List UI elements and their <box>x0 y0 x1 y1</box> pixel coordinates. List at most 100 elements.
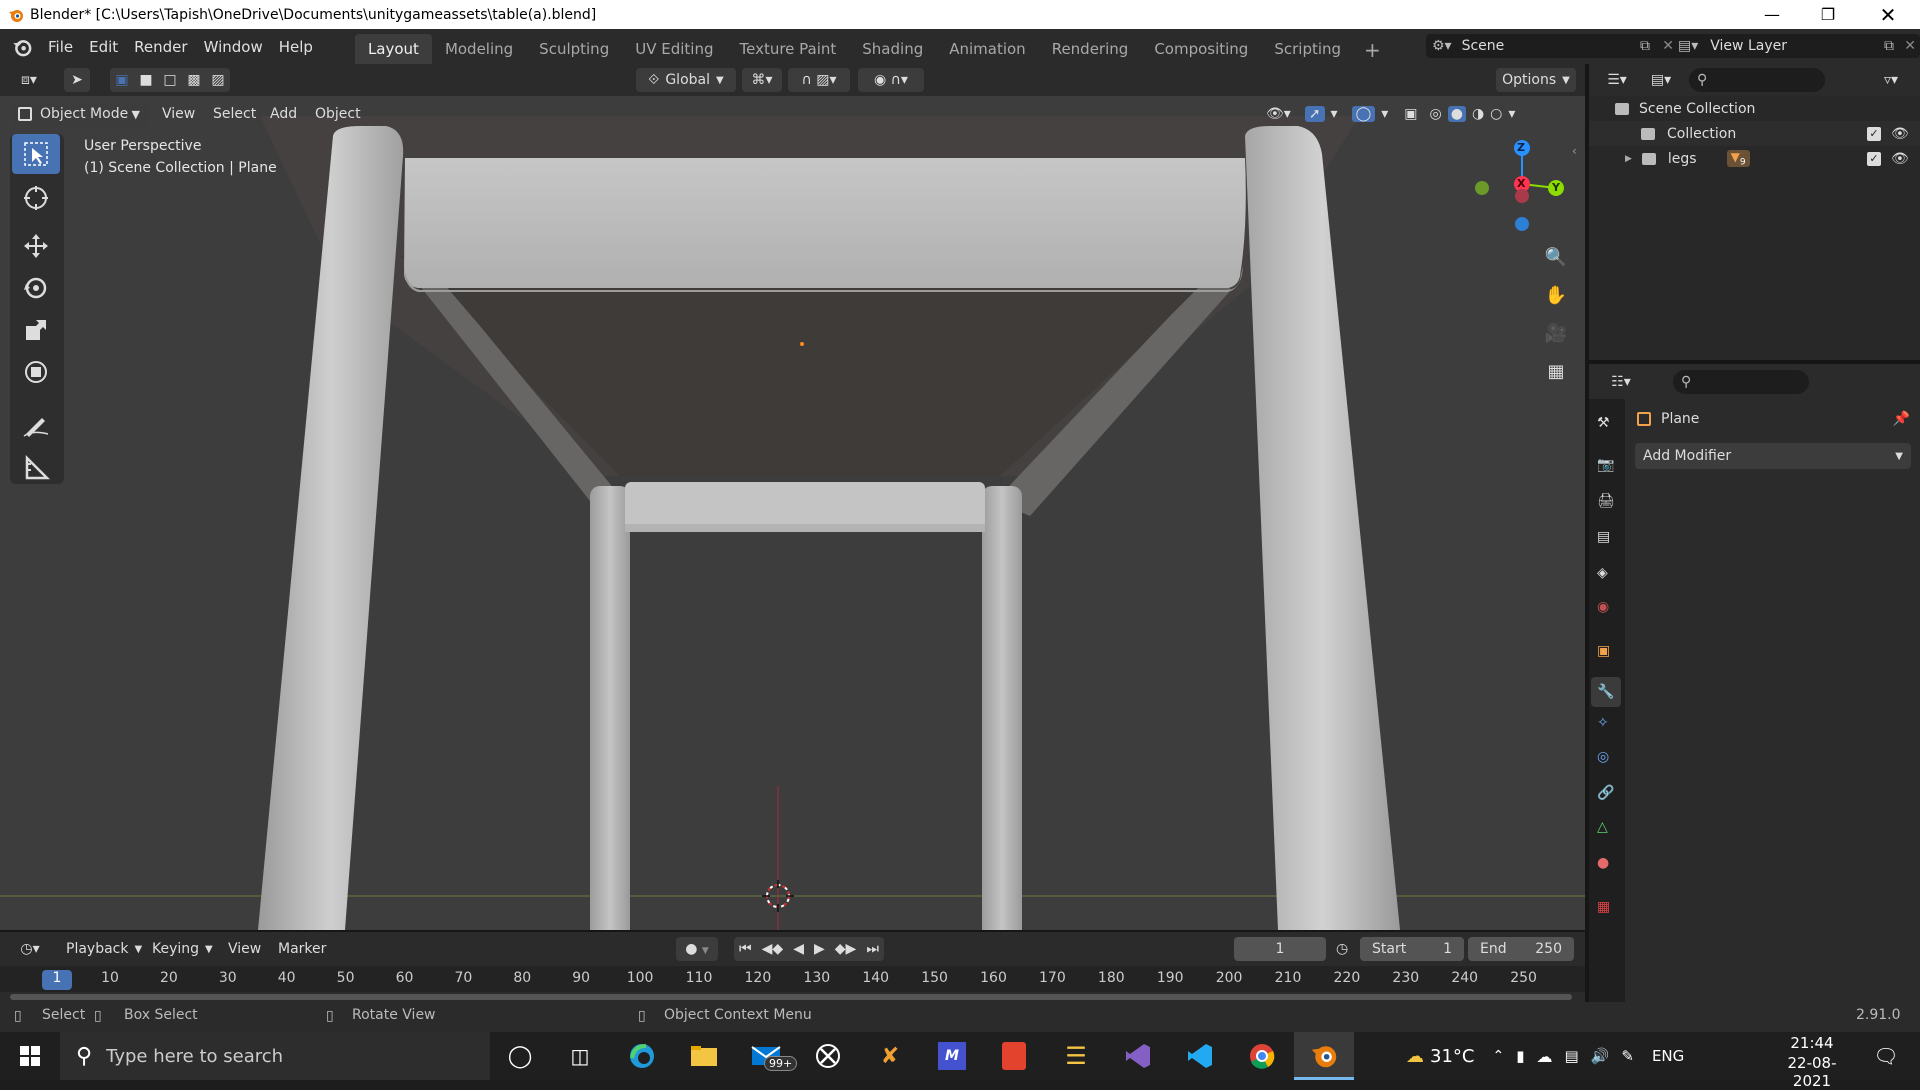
remove-view-layer-icon[interactable]: ✕ <box>1904 38 1916 54</box>
teams-app-icon[interactable]: M <box>922 1032 982 1080</box>
start-frame-field[interactable]: Start 1 <box>1360 937 1464 961</box>
timeline-scrollbar[interactable] <box>10 994 1572 1000</box>
view-layer-selector[interactable]: ▤▾ View Layer ⧉ ✕ <box>1672 34 1920 58</box>
editor-type-button[interactable]: ⧈▾ <box>8 68 50 92</box>
area-separator[interactable] <box>1585 64 1589 1002</box>
gizmo-toggle-icon[interactable]: ➚ <box>1304 106 1325 122</box>
menu-window[interactable]: Window <box>196 38 271 56</box>
notifications-icon[interactable]: 🗨 <box>1856 1032 1916 1080</box>
material-shading-icon[interactable]: ◑ <box>1472 106 1484 122</box>
timeline-editor-type-button[interactable]: ◷▾ <box>8 937 52 961</box>
camera-view-icon[interactable]: 🎥 <box>1541 318 1571 348</box>
display-mode-button[interactable]: ▤▾ <box>1641 68 1681 92</box>
play-reverse-icon[interactable]: ◀ <box>793 941 804 957</box>
area-separator[interactable] <box>0 930 1585 932</box>
close-button[interactable]: ✕ <box>1860 0 1916 29</box>
scale-tool[interactable] <box>12 310 60 350</box>
proportional-editing-select[interactable]: ◉ ∩▾ <box>858 68 924 92</box>
new-scene-icon[interactable]: ⧉ <box>1640 38 1650 54</box>
xray-toggle-icon[interactable]: ▣ <box>1404 106 1417 122</box>
expand-arrow-icon[interactable]: ▶ <box>1625 154 1632 164</box>
restore-button[interactable]: ❐ <box>1800 0 1856 29</box>
modifier-tab-icon[interactable]: 🔧 <box>1591 677 1621 707</box>
wireframe-shading-icon[interactable]: ◎ <box>1430 106 1442 122</box>
current-frame-field[interactable]: 1 <box>1234 937 1326 961</box>
object-tab-icon[interactable]: ▣ <box>1597 643 1610 659</box>
rotate-tool[interactable] <box>12 268 60 308</box>
select-intersect-icon[interactable]: ▨ <box>211 72 224 88</box>
weather-icon[interactable]: ☁ <box>1406 1046 1424 1067</box>
selection-mode-buttons[interactable]: ▣ ■ □ ▩ ▨ <box>110 68 230 92</box>
outliner-item-legs[interactable]: ▶ legs ▼9 ✓ 👁 <box>1589 146 1920 171</box>
eye-icon[interactable]: 👁 <box>1891 151 1909 167</box>
options-button[interactable]: Options ▼ <box>1496 68 1576 92</box>
blender-taskbar-icon[interactable] <box>1294 1032 1354 1080</box>
viewport-menu-add[interactable]: Add <box>270 102 297 126</box>
transform-orientation-select[interactable]: ⟐ Global ▼ <box>636 68 736 92</box>
add-modifier-dropdown[interactable]: Add Modifier ▼ <box>1635 443 1911 469</box>
tab-shading[interactable]: Shading <box>849 34 936 64</box>
cursor-tool[interactable] <box>12 178 60 218</box>
overlay-toggle-icon[interactable]: ◯ <box>1351 106 1376 122</box>
speaker-icon[interactable]: 🔊 <box>1591 1047 1610 1065</box>
viewport-menu-select[interactable]: Select <box>213 102 256 126</box>
menu-file[interactable]: File <box>40 38 81 56</box>
pivot-point-select[interactable]: ⌘▾ <box>742 68 782 92</box>
scene-selector[interactable]: ⚙▾ Scene ⧉ ✕ <box>1426 34 1682 58</box>
outliner-search-input[interactable]: ⚲ <box>1689 68 1825 92</box>
timeline-menu-playback[interactable]: Playback ▼ <box>66 937 142 961</box>
exclude-checkbox[interactable]: ✓ <box>1867 151 1881 166</box>
mesh-object-badge[interactable]: ▼9 <box>1726 149 1750 168</box>
auto-keying-button[interactable]: ● ▼ <box>676 937 718 961</box>
prev-keyframe-icon[interactable]: ◀◆ <box>762 941 784 957</box>
viewport-menu-view[interactable]: View <box>162 102 195 126</box>
snapping-select[interactable]: ∩ ▨▾ <box>788 68 850 92</box>
transform-tool[interactable] <box>12 352 60 392</box>
task-view-icon[interactable]: ◫ <box>550 1032 610 1080</box>
blender-menu-icon[interactable] <box>12 37 32 57</box>
zoom-icon[interactable]: 🔍 <box>1541 242 1571 272</box>
preview-range-icon[interactable]: ◷ <box>1336 941 1348 957</box>
tab-rendering[interactable]: Rendering <box>1039 34 1142 64</box>
outliner-filter-button[interactable]: ▿▾ <box>1869 68 1913 92</box>
move-tool[interactable] <box>12 226 60 266</box>
end-frame-field[interactable]: End 250 <box>1468 937 1574 961</box>
select-new-icon[interactable]: ▣ <box>115 72 128 88</box>
clock[interactable]: 21:44 22-08-2021 <box>1770 1034 1854 1090</box>
select-subtract-icon[interactable]: □ <box>163 72 176 88</box>
next-keyframe-icon[interactable]: ◆▶ <box>835 941 857 957</box>
tab-texture-paint[interactable]: Texture Paint <box>726 34 849 64</box>
timeline-menu-keying[interactable]: Keying ▼ <box>152 937 213 961</box>
cortana-icon[interactable]: ◯ <box>490 1032 550 1080</box>
data-tab-icon[interactable]: △ <box>1597 819 1608 835</box>
tab-uv-editing[interactable]: UV Editing <box>622 34 726 64</box>
3d-viewport[interactable]: Object Mode ▼ View Select Add Object 👁▾ … <box>0 96 1585 930</box>
annotate-tool[interactable] <box>12 406 60 446</box>
network-icon[interactable]: ▤ <box>1564 1047 1578 1065</box>
weather-temperature[interactable]: 31°C <box>1430 1046 1474 1067</box>
tab-layout[interactable]: Layout <box>354 34 432 64</box>
select-extend-icon[interactable]: ■ <box>139 72 152 88</box>
sidebar-collapse-icon[interactable]: ‹ <box>1572 144 1577 158</box>
menu-help[interactable]: Help <box>271 38 321 56</box>
jump-start-icon[interactable]: ⏮ <box>739 941 752 957</box>
tool-tab-icon[interactable]: ⚒ <box>1597 415 1610 431</box>
viewport-menu-object[interactable]: Object <box>315 102 361 126</box>
constraints-tab-icon[interactable]: 🔗 <box>1597 785 1614 801</box>
render-tab-icon[interactable]: 📷 <box>1597 457 1614 473</box>
battery-icon[interactable]: ▮ <box>1516 1047 1524 1065</box>
language-indicator[interactable]: ENG <box>1652 1047 1684 1065</box>
rendered-shading-icon[interactable]: ○ <box>1490 106 1502 122</box>
show-hidden-icons[interactable]: ⌃ <box>1492 1048 1504 1064</box>
select-box-tool[interactable] <box>12 134 60 174</box>
office-icon[interactable] <box>984 1032 1044 1080</box>
edge-icon[interactable] <box>612 1032 672 1080</box>
minimize-button[interactable]: — <box>1744 0 1800 29</box>
outliner-scene-collection[interactable]: Scene Collection <box>1589 96 1920 121</box>
taskbar-search-box[interactable]: ⚲ Type here to search <box>60 1032 490 1080</box>
tweak-tool-button[interactable]: ➤ <box>64 68 90 92</box>
snip-app-icon[interactable]: ✘ <box>860 1032 920 1080</box>
vscode-icon[interactable] <box>1170 1032 1230 1080</box>
visual-studio-icon[interactable] <box>1108 1032 1168 1080</box>
texture-tab-icon[interactable]: ▦ <box>1597 899 1610 915</box>
